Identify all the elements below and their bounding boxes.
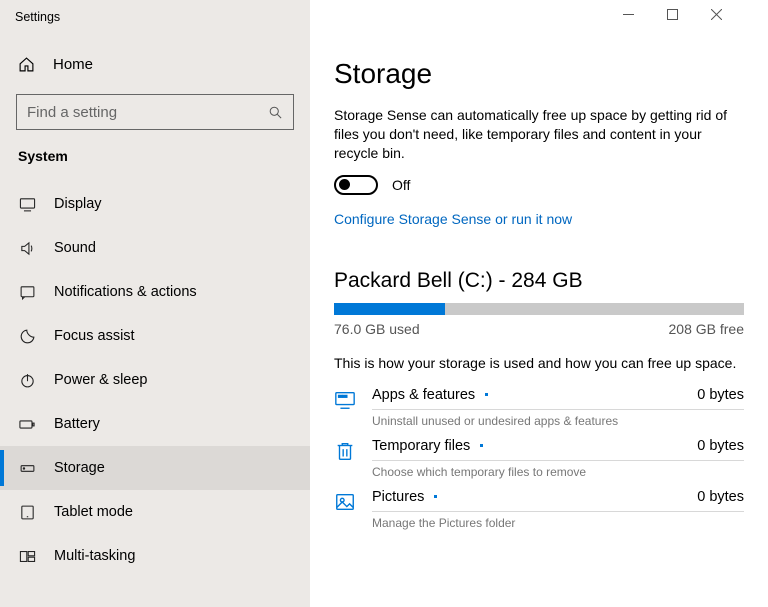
sidebar-item-label: Storage [54,460,105,476]
sound-icon [18,240,36,257]
category-name: Temporary files [372,438,470,454]
storage-category-pictures[interactable]: Pictures 0 bytes Manage the Pictures fol… [334,489,744,530]
drive-usage-fill [334,303,445,315]
category-size: 0 bytes [697,489,744,505]
storage-category-apps[interactable]: Apps & features 0 bytes Uninstall unused… [334,387,744,428]
pictures-icon [334,489,358,513]
usage-description: This is how your storage is used and how… [334,355,744,371]
display-icon [18,196,36,213]
window-controls [334,0,744,34]
sidebar-item-tablet-mode[interactable]: Tablet mode [0,490,310,534]
sidebar-item-label: Sound [54,240,96,256]
nav-home-label: Home [53,56,93,73]
sidebar-item-label: Multi-tasking [54,548,135,564]
category-size: 0 bytes [697,387,744,403]
storage-sense-toggle[interactable] [334,175,378,195]
focus-assist-icon [18,328,36,345]
category-dot [434,495,437,498]
sidebar-item-label: Power & sleep [54,372,148,388]
power-icon [18,372,36,389]
configure-storage-sense-link[interactable]: Configure Storage Sense or run it now [334,211,744,227]
toggle-knob [339,179,350,190]
main-panel: Storage Storage Sense can automatically … [310,0,768,607]
sidebar-item-sound[interactable]: Sound [0,226,310,270]
minimize-button[interactable] [606,0,650,28]
window-title: Settings [0,0,310,34]
apps-icon [334,387,358,411]
sidebar-item-label: Notifications & actions [54,284,197,300]
category-divider [372,409,744,410]
search-box[interactable] [16,94,294,130]
storage-icon [18,460,36,477]
category-dot [480,444,483,447]
category-divider [372,460,744,461]
category-name: Pictures [372,489,424,505]
nav-list: Display Sound Notifications & actions Fo… [0,182,310,578]
nav-home[interactable]: Home [0,44,310,84]
sidebar-item-notifications[interactable]: Notifications & actions [0,270,310,314]
sidebar: Settings Home System Display So [0,0,310,607]
sidebar-item-label: Display [54,196,102,212]
battery-icon [18,416,36,433]
search-icon [268,105,283,120]
storage-sense-description: Storage Sense can automatically free up … [334,106,744,163]
home-icon [18,56,35,73]
trash-icon [334,438,358,462]
search-input[interactable] [27,104,247,121]
sidebar-section-label: System [0,138,310,172]
sidebar-item-power-sleep[interactable]: Power & sleep [0,358,310,402]
sidebar-item-label: Tablet mode [54,504,133,520]
sidebar-item-label: Focus assist [54,328,135,344]
category-subtext: Choose which temporary files to remove [372,465,744,479]
notifications-icon [18,284,36,301]
sidebar-item-display[interactable]: Display [0,182,310,226]
sidebar-item-focus-assist[interactable]: Focus assist [0,314,310,358]
category-divider [372,511,744,512]
category-name: Apps & features [372,387,475,403]
category-size: 0 bytes [697,438,744,454]
storage-category-temp[interactable]: Temporary files 0 bytes Choose which tem… [334,438,744,479]
sidebar-item-storage[interactable]: Storage [0,446,310,490]
sidebar-item-multitasking[interactable]: Multi-tasking [0,534,310,578]
close-button[interactable] [694,0,738,28]
page-title: Storage [334,58,744,90]
toggle-state-label: Off [392,177,410,193]
sidebar-item-battery[interactable]: Battery [0,402,310,446]
multitasking-icon [18,548,36,565]
sidebar-item-label: Battery [54,416,100,432]
tablet-icon [18,504,36,521]
category-subtext: Uninstall unused or undesired apps & fea… [372,414,744,428]
drive-used-label: 76.0 GB used [334,321,420,337]
drive-usage-bar [334,303,744,315]
drive-free-label: 208 GB free [669,321,745,337]
category-subtext: Manage the Pictures folder [372,516,744,530]
drive-header: Packard Bell (C:) - 284 GB [334,269,744,293]
maximize-button[interactable] [650,0,694,28]
category-dot [485,393,488,396]
